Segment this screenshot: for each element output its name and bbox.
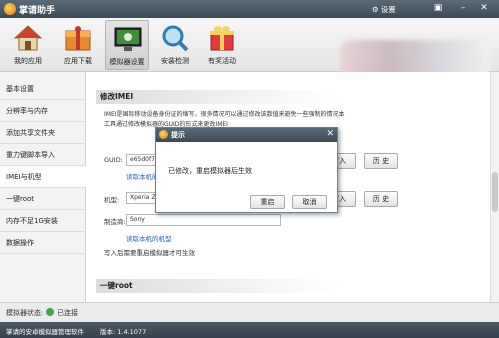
vertical-scrollbar[interactable]	[490, 72, 499, 302]
scrollbar-thumb[interactable]	[492, 172, 498, 212]
minimize-button[interactable]: –	[456, 2, 470, 15]
status-bar: 模拟器状态: 已连接	[0, 302, 499, 322]
gift-box-download-icon	[65, 26, 91, 51]
main-toolbar: 我的应用 应用下载 模拟器设置 安装检测 有奖活动	[0, 18, 499, 80]
sidebar-item-resolution-memory[interactable]: 分辨率与内存	[0, 100, 86, 122]
sidebar: 基本设置 分辨率与内存 添加共享文件夹 重力键脚本导入 IMEI与机型 一键ro…	[0, 72, 87, 302]
read-local-model-link[interactable]: 读取本机的机型	[126, 233, 172, 243]
gift-icon	[210, 26, 234, 51]
sidebar-item-imei-model[interactable]: IMEI与机型	[0, 166, 87, 188]
sidebar-item-one-click-root[interactable]: 一键root	[0, 188, 86, 210]
imei-section-title: 修改IMEI	[96, 90, 346, 104]
restart-button[interactable]: 重启	[250, 195, 285, 209]
manufacturer-field[interactable]: Sony	[126, 214, 281, 226]
dialog-message: 已修改，重启模拟器后生效	[168, 167, 252, 175]
toolbar-prize-events[interactable]: 有奖活动	[200, 20, 244, 70]
footer-version: 版本: 1.4.1077	[100, 328, 147, 336]
dialog-title-bar: 提示 ✕	[156, 128, 337, 142]
manufacturer-label: 制造商:	[104, 218, 126, 226]
guid-label: GUID:	[104, 156, 123, 164]
toolbar-label: 应用下载	[64, 57, 92, 65]
sidebar-item-basic-settings[interactable]: 基本设置	[0, 78, 86, 100]
dialog-logo-icon	[159, 130, 168, 139]
restart-note: 写入后需要重启模拟器才可生效	[104, 249, 195, 257]
prompt-dialog: 提示 ✕ 已修改，重启模拟器后生效 重启 取消	[155, 127, 338, 213]
sidebar-item-gravity-script[interactable]: 重力键脚本导入	[0, 144, 86, 166]
toolbar-install-check[interactable]: 安装检测	[153, 20, 197, 70]
dialog-title: 提示	[171, 131, 185, 139]
magnifier-icon	[162, 25, 189, 52]
connected-status-icon	[46, 308, 54, 316]
toolbar-app-download[interactable]: 应用下载	[56, 20, 100, 70]
connection-status: 已连接	[57, 309, 78, 317]
toolbar-label: 模拟器设置	[109, 58, 145, 66]
app-title: 掌请助手	[19, 6, 56, 16]
toolbar-my-apps[interactable]: 我的应用	[6, 20, 50, 70]
sidebar-item-low-memory-install[interactable]: 内存不足1G安装	[0, 210, 86, 232]
sidebar-item-data-operations[interactable]: 数据操作	[0, 232, 86, 254]
monitor-settings-icon	[114, 27, 142, 51]
read-local-link[interactable]: 读取本机的	[126, 171, 159, 181]
toolbar-label: 我的应用	[14, 57, 42, 65]
footer-bar: 掌请的安卓模拟器管理软件 版本: 1.4.1077	[0, 322, 499, 338]
guid-history-button[interactable]: 历 史	[364, 153, 398, 169]
close-button[interactable]: ✕	[477, 2, 491, 15]
emulator-status-label: 模拟器状态:	[6, 309, 44, 317]
toolbar-emulator-settings[interactable]: 模拟器设置	[105, 20, 149, 70]
cancel-button[interactable]: 取消	[292, 195, 327, 209]
toolbar-label: 安装检测	[161, 57, 189, 65]
settings-button[interactable]: ⚙ 设置	[372, 4, 396, 15]
footer-app-name: 掌请的安卓模拟器管理软件	[6, 328, 84, 336]
model-label: 机型:	[104, 196, 120, 204]
title-bar: 掌请助手 ⚙ 设置 ▣ – ✕	[0, 0, 499, 18]
app-logo-icon	[4, 3, 16, 15]
model-history-button[interactable]: 历 史	[364, 191, 398, 207]
sidebar-item-shared-folder[interactable]: 添加共享文件夹	[0, 122, 86, 144]
toolbar-label: 有奖活动	[208, 57, 236, 65]
house-icon	[13, 25, 43, 51]
dialog-close-icon[interactable]: ✕	[326, 129, 334, 139]
skin-icon[interactable]: ▣	[431, 2, 445, 15]
settings-label: 设置	[380, 5, 396, 14]
gear-icon: ⚙	[372, 5, 379, 14]
root-section-title: 一键root	[96, 279, 346, 293]
